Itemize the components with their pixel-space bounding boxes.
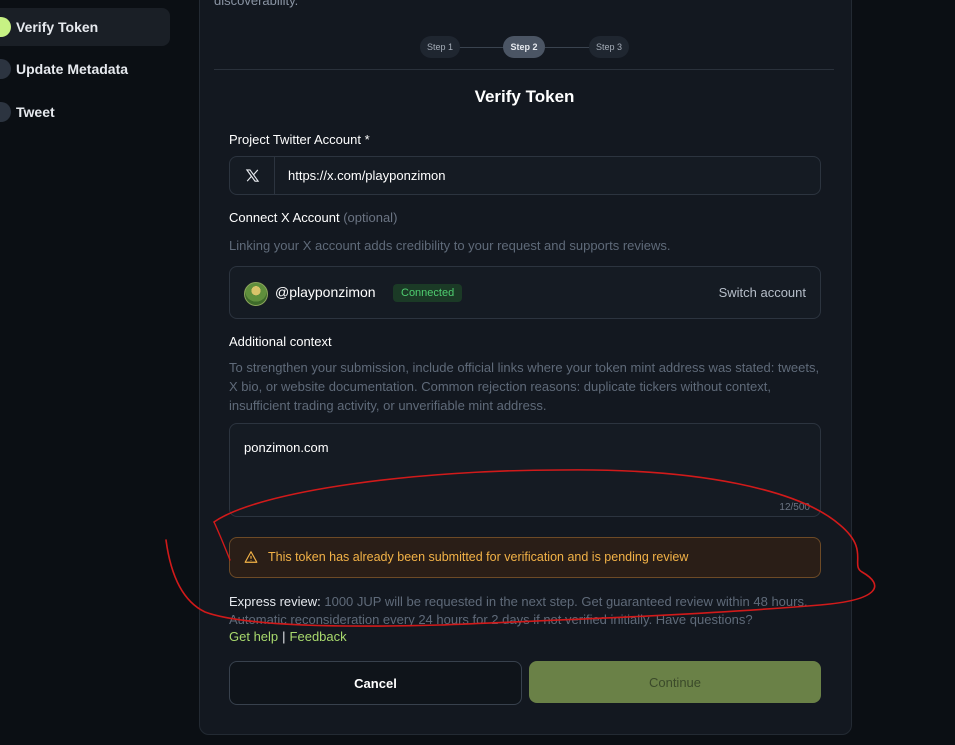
connect-x-label: Connect X Account (optional)	[229, 210, 397, 225]
sidebar-item-label: Tweet	[16, 104, 55, 120]
connected-account-box: @playponzimon Connected Switch account	[229, 266, 821, 319]
connect-x-help: Linking your X account adds credibility …	[229, 238, 671, 253]
sidebar-item-tweet[interactable]: Tweet	[0, 93, 170, 131]
switch-account-button[interactable]: Switch account	[719, 285, 806, 300]
additional-context-textarea[interactable]: ponzimon.com 12/500	[229, 423, 821, 517]
step-2[interactable]: Step 2	[503, 36, 545, 58]
alert-text: This token has already been submitted fo…	[268, 550, 689, 564]
get-help-link[interactable]: Get help	[229, 629, 278, 644]
status-badge: Connected	[393, 284, 463, 302]
step-indicator-icon	[0, 102, 11, 122]
textarea-value: ponzimon.com	[244, 440, 329, 455]
twitter-account-label: Project Twitter Account *	[229, 132, 370, 147]
divider	[214, 69, 834, 70]
step-3[interactable]: Step 3	[589, 36, 629, 58]
express-review-label: Express review:	[229, 594, 321, 609]
stepper: Step 1 Step 2 Step 3	[0, 36, 955, 58]
link-separator: |	[282, 629, 286, 644]
account-handle: @playponzimon	[275, 284, 376, 300]
step-indicator-icon	[0, 17, 11, 37]
help-links: Get help | Feedback	[229, 629, 347, 644]
pending-review-alert: This token has already been submitted fo…	[229, 537, 821, 578]
intro-text: discoverability.	[214, 0, 299, 8]
twitter-url-value[interactable]: https://x.com/playponzimon	[288, 157, 446, 194]
feedback-link[interactable]: Feedback	[290, 629, 347, 644]
optional-tag: (optional)	[343, 210, 398, 225]
step-connector	[545, 47, 590, 48]
page-title: Verify Token	[474, 87, 575, 106]
sidebar-item-label: Verify Token	[16, 19, 99, 35]
connect-x-label-text: Connect X Account	[229, 210, 340, 225]
sidebar: Verify Token Update Metadata Tweet	[0, 0, 185, 745]
additional-context-label: Additional context	[229, 334, 332, 349]
warning-icon	[244, 550, 258, 569]
additional-context-help: To strengthen your submission, include o…	[229, 360, 820, 413]
continue-button[interactable]: Continue	[529, 661, 821, 703]
twitter-account-field[interactable]: https://x.com/playponzimon	[229, 156, 821, 195]
step-indicator-icon	[0, 59, 11, 79]
step-1[interactable]: Step 1	[420, 36, 460, 58]
x-logo-icon	[230, 157, 275, 194]
avatar	[244, 282, 268, 306]
express-review-text: Express review: 1000 JUP will be request…	[229, 593, 829, 629]
cancel-button[interactable]: Cancel	[229, 661, 522, 705]
sidebar-item-label: Update Metadata	[16, 61, 129, 77]
char-counter: 12/500	[779, 502, 810, 513]
step-connector	[459, 47, 505, 48]
